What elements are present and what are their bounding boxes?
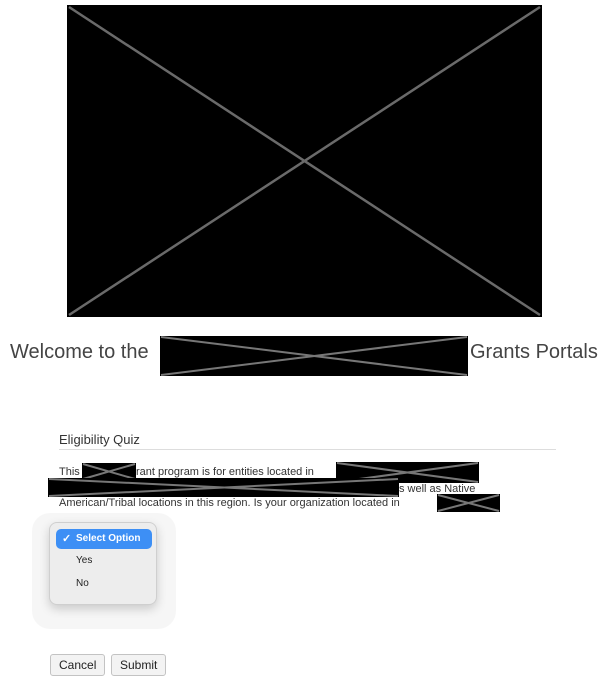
hero-image-redacted: [67, 5, 542, 317]
submit-button[interactable]: Submit: [111, 654, 167, 676]
location-select-menu[interactable]: ✓ Select Option Yes No: [49, 522, 157, 605]
checkmark-icon: ✓: [62, 533, 72, 545]
welcome-prefix: Welcome to the: [10, 341, 149, 363]
portal-name-redacted: [160, 336, 468, 376]
option-label: Yes: [76, 555, 93, 566]
cancel-button[interactable]: Cancel: [50, 654, 106, 676]
question-text-line3: American/Tribal locations in this region…: [59, 497, 400, 509]
option-label: Select Option: [76, 533, 141, 544]
quiz-divider: [59, 449, 556, 450]
welcome-suffix: Grants Portals: [470, 341, 598, 363]
redaction-location-2: [48, 478, 399, 497]
option-select-option[interactable]: ✓ Select Option: [56, 529, 152, 549]
redaction-location-3: [437, 494, 500, 512]
quiz-title: Eligibility Quiz: [59, 432, 140, 447]
option-no[interactable]: No: [56, 574, 152, 594]
option-label: No: [76, 578, 89, 589]
option-yes[interactable]: Yes: [56, 551, 152, 571]
